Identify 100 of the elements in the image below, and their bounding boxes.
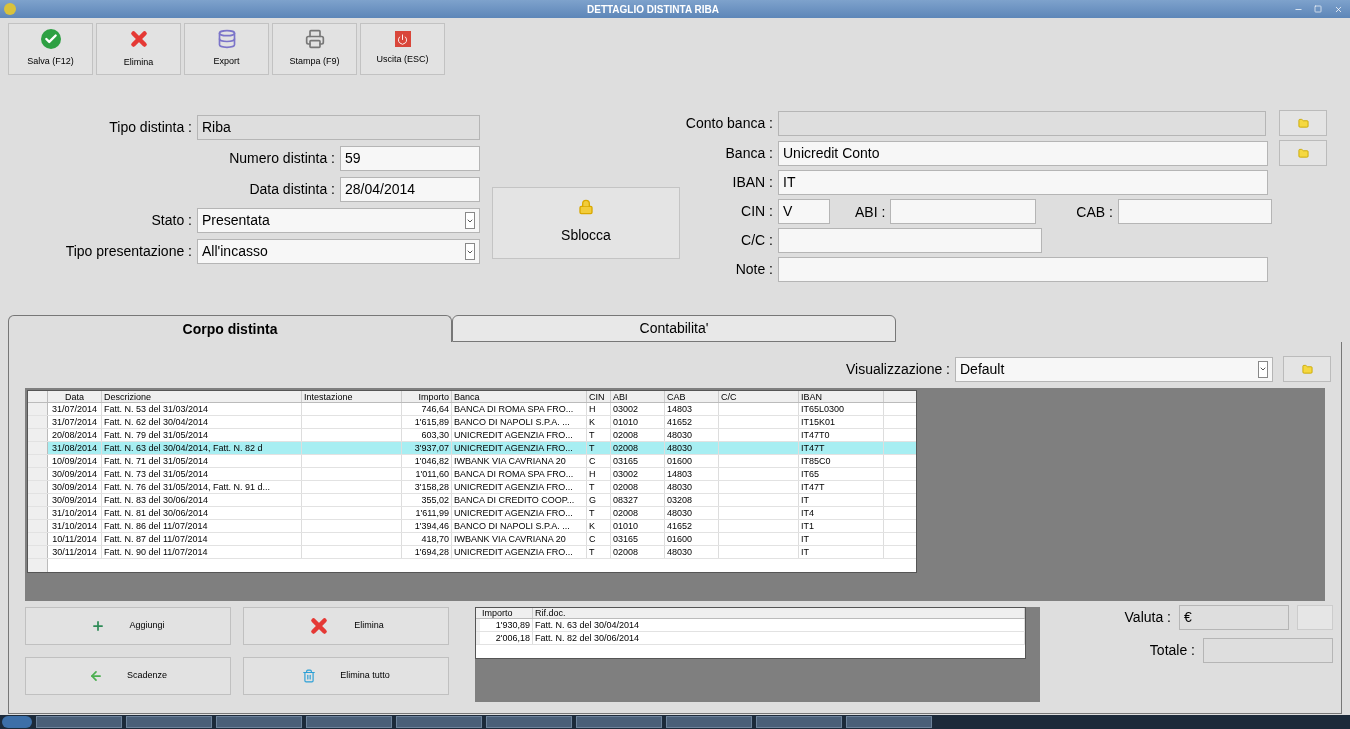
input-field[interactable]: Unicredit Conto [778,140,1268,166]
taskbar-item[interactable] [396,716,482,728]
row-header[interactable] [28,403,48,415]
input-field[interactable]: V [778,199,830,224]
row-header[interactable] [28,559,48,572]
taskbar-item[interactable] [216,716,302,728]
field-label: C/C : [741,231,773,250]
table-cell: 30/09/2014 [48,494,102,506]
row-header[interactable] [28,442,48,454]
table-cell: 48030 [665,507,719,519]
column-header[interactable]: Rif.doc. [533,608,1025,618]
toolbar-button[interactable]: Export [184,23,269,75]
row-header[interactable] [28,481,48,493]
table-row[interactable]: 31/08/2014 Fatt. N. 63 del 30/04/2014, Fatt. N. 82 d 3'937,07 UNICREDIT AGENZIA FRO... T 02008 48030 IT47T [28,442,916,455]
action-button[interactable]: Elimina tutto [243,657,449,695]
input-field[interactable]: 59 [340,146,480,171]
column-header[interactable]: C/C [719,391,799,402]
input-field[interactable] [778,110,1266,136]
column-header[interactable]: CIN [587,391,611,402]
table-row[interactable]: 30/09/2014 Fatt. N. 76 del 31/05/2014, Fatt. N. 91 d... 3'158,28 UNICREDIT AGENZIA FRO... T 02008 48030 IT47T [28,481,916,494]
taskbar-item[interactable] [756,716,842,728]
tab[interactable]: Contabilita' [452,315,896,342]
field-label: Data distinta : [249,180,335,199]
folder-icon [1301,363,1313,375]
browse-button[interactable] [1279,110,1327,136]
row-header[interactable] [28,546,48,558]
taskbar-item[interactable] [576,716,662,728]
row-header[interactable] [28,520,48,532]
toolbar-button[interactable]: Salva (F12) [8,23,93,75]
table-row[interactable]: 30/11/2014 Fatt. N. 90 del 11/07/2014 1'694,28 UNICREDIT AGENZIA FRO... T 02008 48030 IT [28,546,916,559]
row-header[interactable] [28,468,48,480]
tab[interactable]: Corpo distinta [8,315,452,342]
browse-button[interactable] [1283,356,1331,382]
toolbar-button[interactable]: Stampa (F9) [272,23,357,75]
table-row[interactable]: 31/10/2014 Fatt. N. 86 del 11/07/2014 1'394,46 BANCO DI NAPOLI S.P.A. ... K 01010 41652 IT1 [28,520,916,533]
dropdown-field[interactable]: All'incasso [197,239,480,264]
row-header[interactable] [28,455,48,467]
row-header[interactable] [28,494,48,506]
taskbar-item[interactable] [36,716,122,728]
input-field[interactable] [1203,638,1333,663]
table-cell: IT [799,533,884,545]
column-header[interactable]: Importo [480,608,533,618]
dropdown-field[interactable]: Presentata [197,208,480,233]
table-row[interactable]: 10/09/2014 Fatt. N. 71 del 31/05/2014 1'046,82 IWBANK VIA CAVRIANA 20 C 03165 01600 IT85C0 [28,455,916,468]
table-cell: 02008 [611,546,665,558]
column-header[interactable]: ABI [611,391,665,402]
table-cell: UNICREDIT AGENZIA FRO... [452,546,587,558]
app-icon [4,3,16,15]
column-header[interactable]: Intestazione [302,391,402,402]
toolbar-button[interactable]: Uscita (ESC) [360,23,445,75]
column-header[interactable]: Data [48,391,102,402]
row-header[interactable] [28,416,48,428]
column-header[interactable]: CAB [665,391,719,402]
table-row[interactable]: 20/08/2014 Fatt. N. 79 del 31/05/2014 603,30 UNICREDIT AGENZIA FRO... T 02008 48030 IT47T0 [28,429,916,442]
field-label: CAB : [1076,203,1113,220]
table-row[interactable]: 30/09/2014 Fatt. N. 73 del 31/05/2014 1'011,60 BANCA DI ROMA SPA FRO... H 03002 14803 IT65 [28,468,916,481]
unlock-button[interactable]: Sblocca [492,186,680,259]
table-row[interactable]: 31/10/2014 Fatt. N. 81 del 30/06/2014 1'611,99 UNICREDIT AGENZIA FRO... T 02008 48030 IT4 [28,507,916,520]
dropdown-field[interactable]: Default [955,356,1273,382]
table-row[interactable]: 31/07/2014 Fatt. N. 53 del 31/03/2014 746,64 BANCA DI ROMA SPA FRO... H 03002 14803 IT65L0300 [28,403,916,416]
close-icon [1333,4,1343,14]
input-field[interactable] [890,199,1037,224]
folder-icon [1297,147,1309,159]
browse-button[interactable] [1279,140,1327,166]
taskbar-item[interactable] [846,716,932,728]
input-field[interactable] [778,228,1042,253]
table-cell: 3'158,28 [402,481,452,493]
column-header[interactable]: IBAN [799,391,884,402]
input-field[interactable]: 28/04/2014 [340,177,480,202]
taskbar-item[interactable] [666,716,752,728]
action-button[interactable]: Scadenze [25,657,231,695]
column-header[interactable]: Banca [452,391,587,402]
action-button[interactable]: Aggiungi [25,607,231,645]
input-field[interactable]: Riba [197,115,480,140]
column-header[interactable]: Importo [402,391,452,402]
table-cell: T [587,442,611,454]
input-field[interactable]: IT [778,170,1268,195]
start-button[interactable] [2,716,32,728]
table-row[interactable]: 30/09/2014 Fatt. N. 83 del 30/06/2014 355,02 BANCA DI CREDITO COOP... G 08327 03208 IT [28,494,916,507]
table-cell: T [587,481,611,493]
taskbar-item[interactable] [126,716,212,728]
row-header[interactable] [28,429,48,441]
table-row[interactable]: 31/07/2014 Fatt. N. 62 del 30/04/2014 1'615,89 BANCO DI NAPOLI S.P.A. ... K 01010 41652 IT15K01 [28,416,916,429]
table-cell: IT [799,494,884,506]
table-cell: C [587,455,611,467]
row-header[interactable] [28,507,48,519]
table-row[interactable]: 10/11/2014 Fatt. N. 87 del 11/07/2014 418,70 IWBANK VIA CAVRIANA 20 C 03165 01600 IT [28,533,916,546]
action-button[interactable]: Elimina [243,607,449,645]
input-field[interactable]: € [1179,605,1289,630]
table-cell: 01600 [665,533,719,545]
input-field[interactable] [1117,199,1272,224]
table-cell: 603,30 [402,429,452,441]
column-header[interactable]: Descrizione [102,391,302,402]
table-cell: 10/11/2014 [48,533,102,545]
trash-icon [302,669,317,683]
row-header[interactable] [28,533,48,545]
taskbar-item[interactable] [486,716,572,728]
toolbar-button[interactable]: Elimina [96,23,181,75]
taskbar-item[interactable] [306,716,392,728]
input-field[interactable] [778,257,1268,282]
